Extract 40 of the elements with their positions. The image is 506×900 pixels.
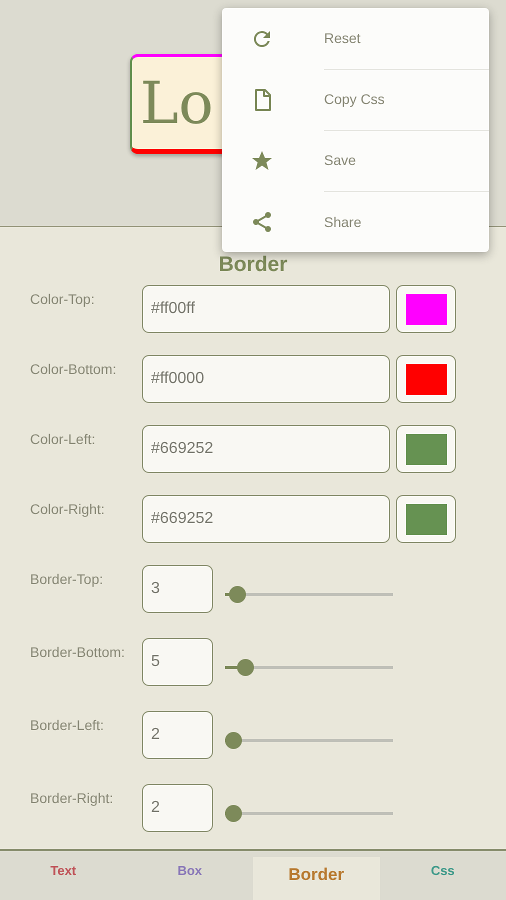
tab[interactable]: Box (126, 851, 253, 900)
slider[interactable] (225, 586, 393, 603)
slider[interactable] (225, 659, 393, 676)
slider-thumb[interactable] (237, 659, 254, 676)
number-input[interactable]: 5 (142, 638, 213, 686)
color-input[interactable]: #ff00ff (142, 285, 390, 333)
section-title: Border (218, 252, 288, 278)
slider-thumb[interactable] (225, 805, 242, 822)
color-input[interactable]: #669252 (142, 425, 390, 473)
color-input[interactable]: #669252 (142, 495, 390, 543)
color-input[interactable]: #ff0000 (142, 355, 390, 403)
slider-thumb[interactable] (225, 732, 242, 749)
field-label: Color-Bottom: (29, 360, 118, 377)
color-swatch-button[interactable] (396, 495, 456, 543)
star-icon (250, 148, 274, 172)
tab[interactable]: Text (0, 851, 126, 900)
slider[interactable] (225, 805, 393, 822)
color-swatch-button[interactable] (396, 355, 456, 403)
share-icon (250, 210, 274, 234)
field-label: Border-Left: (29, 716, 105, 733)
field-label: Color-Top: (29, 290, 96, 307)
color-swatch-button[interactable] (396, 425, 456, 473)
field-label: Border-Top: (29, 570, 104, 587)
menu-item[interactable]: Save (324, 130, 489, 192)
number-input[interactable]: 2 (142, 784, 213, 832)
menu-item[interactable]: Copy Css (324, 68, 489, 130)
field-label: Color-Right: (29, 500, 106, 517)
tab[interactable]: Css (380, 851, 506, 900)
slider-thumb[interactable] (228, 586, 246, 603)
number-input[interactable]: 2 (142, 711, 213, 759)
field-label: Border-Bottom: (29, 643, 126, 660)
menu-item[interactable]: Share (324, 191, 489, 252)
field-label: Border-Right: (29, 789, 114, 806)
menu-item[interactable]: Reset (324, 8, 489, 70)
slider[interactable] (225, 732, 393, 749)
color-swatch-button[interactable] (396, 285, 456, 333)
number-input[interactable]: 3 (142, 565, 213, 613)
tab[interactable]: Border (253, 857, 380, 900)
field-label: Color-Left: (29, 430, 96, 447)
preview-text: Lo (140, 69, 214, 137)
